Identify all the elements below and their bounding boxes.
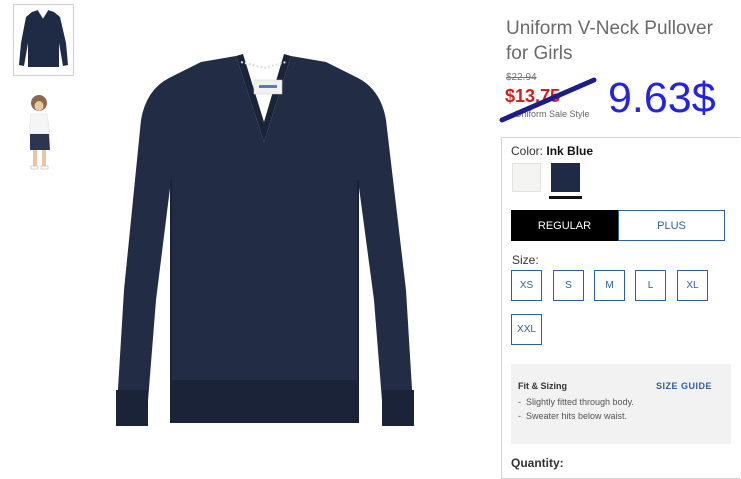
- swatch-white[interactable]: [512, 163, 541, 192]
- size-button-xxl[interactable]: XXL: [511, 314, 542, 345]
- size-button-m[interactable]: M: [594, 270, 625, 301]
- thumbnail-sweater-image: [19, 9, 68, 67]
- fit-sizing-title: Fit & Sizing: [518, 381, 567, 391]
- fit-note: Slightly fitted through body.: [518, 397, 648, 408]
- size-button-l[interactable]: L: [635, 270, 666, 301]
- thumbnail-model[interactable]: [13, 94, 74, 172]
- fit-note: Sweater hits below waist.: [518, 411, 648, 422]
- size-guide-link[interactable]: SIZE GUIDE: [656, 381, 712, 391]
- size-label: Size:: [512, 253, 539, 267]
- selected-color-name: Ink Blue: [546, 144, 594, 158]
- main-product-image: [96, 50, 431, 450]
- size-button-xs[interactable]: XS: [511, 270, 542, 301]
- price-strike-annotation: [499, 77, 597, 123]
- product-title: Uniform V-Neck Pullover for Girls: [506, 18, 713, 64]
- tab-plus[interactable]: PLUS: [618, 210, 725, 241]
- selected-swatch-indicator: [549, 196, 582, 199]
- size-button-xl[interactable]: XL: [677, 270, 708, 301]
- thumbnail-sweater[interactable]: [13, 4, 74, 76]
- tab-regular[interactable]: REGULAR: [511, 210, 618, 241]
- sweater-illustration: [116, 54, 414, 426]
- swatch-ink-blue[interactable]: [551, 163, 580, 192]
- fit-notes-list: Slightly fitted through body. Sweater hi…: [518, 397, 648, 425]
- size-button-s[interactable]: S: [553, 270, 584, 301]
- quantity-label: Quantity:: [511, 456, 564, 470]
- color-label: Color: Ink Blue: [511, 144, 594, 158]
- thumbnail-model-image: [28, 95, 51, 170]
- handwritten-price: 9.63$: [608, 74, 716, 122]
